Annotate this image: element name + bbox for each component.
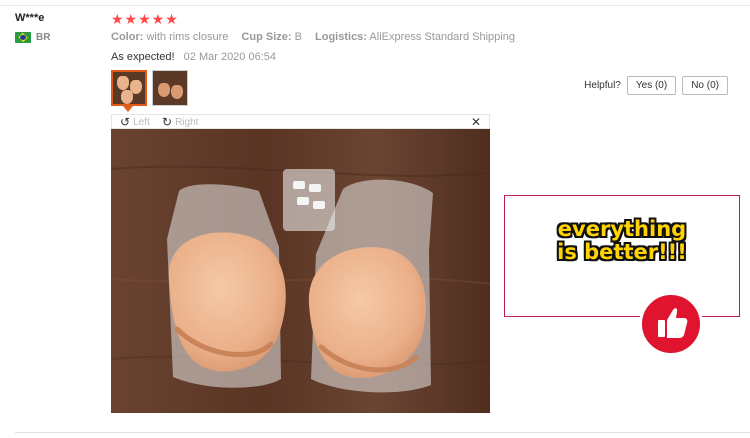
- attr-color-label: Color:: [111, 31, 144, 43]
- attr-logistics-value: AliExpress Standard Shipping: [369, 31, 515, 43]
- thumbs-up-badge: [639, 292, 703, 356]
- review-attributes: Color: with rims closure Cup Size: B Log…: [111, 31, 525, 43]
- close-icon[interactable]: ✕: [471, 115, 481, 129]
- rotate-right-button[interactable]: ↻ Right: [162, 115, 198, 129]
- thumbs-up-icon: [658, 308, 688, 338]
- rotate-left-button[interactable]: ↺ Left: [120, 115, 150, 129]
- rotate-right-label: Right: [175, 116, 199, 128]
- review-feedback: As expected! 02 Mar 2020 06:54: [111, 51, 276, 63]
- helpful-no-button[interactable]: No (0): [682, 76, 728, 95]
- helpful-yes-button[interactable]: Yes (0): [626, 76, 677, 95]
- star-rating: ★★★★★: [111, 11, 179, 27]
- review-thumbnail-1[interactable]: [111, 70, 147, 106]
- attr-logistics-label: Logistics:: [315, 31, 367, 43]
- review-photo: [111, 129, 490, 413]
- bottom-divider: [15, 432, 750, 433]
- attr-cup-size-label: Cup Size:: [241, 31, 292, 43]
- reviewer-name: W***e: [15, 12, 45, 24]
- attr-cup-size-value: B: [294, 31, 302, 43]
- promo-line-1: everything: [557, 217, 687, 241]
- attr-color-value: with rims closure: [146, 31, 229, 43]
- flag-icon: [15, 32, 31, 43]
- rotate-right-icon: ↻: [162, 115, 173, 129]
- thumbnail-product-shape: [121, 90, 133, 104]
- promo-banner: everything is better!!!: [504, 195, 740, 317]
- thumbnail-product-shape: [171, 85, 183, 99]
- promo-line-2: is better!!!: [557, 240, 687, 264]
- feedback-text: As expected!: [111, 51, 175, 63]
- thumbnail-product-shape: [158, 83, 170, 97]
- country-code: BR: [36, 32, 51, 43]
- active-thumbnail-indicator: [123, 106, 133, 112]
- thumbnail-product-shape: [117, 76, 129, 90]
- rotate-left-label: Left: [133, 116, 150, 128]
- review-date: 02 Mar 2020 06:54: [183, 51, 277, 63]
- review-thumbnails: [111, 70, 188, 106]
- helpful-label: Helpful?: [584, 80, 621, 91]
- review-photo-image: [111, 129, 490, 413]
- image-viewer-toolbar: ↺ Left ↻ Right ✕: [111, 114, 490, 129]
- rotate-left-icon: ↺: [120, 115, 131, 129]
- helpful-section: Helpful? Yes (0) No (0): [584, 76, 728, 95]
- top-divider: [0, 5, 750, 6]
- promo-text: everything is better!!!: [505, 218, 739, 264]
- review-thumbnail-2[interactable]: [152, 70, 188, 106]
- reviewer-country: BR: [15, 32, 50, 43]
